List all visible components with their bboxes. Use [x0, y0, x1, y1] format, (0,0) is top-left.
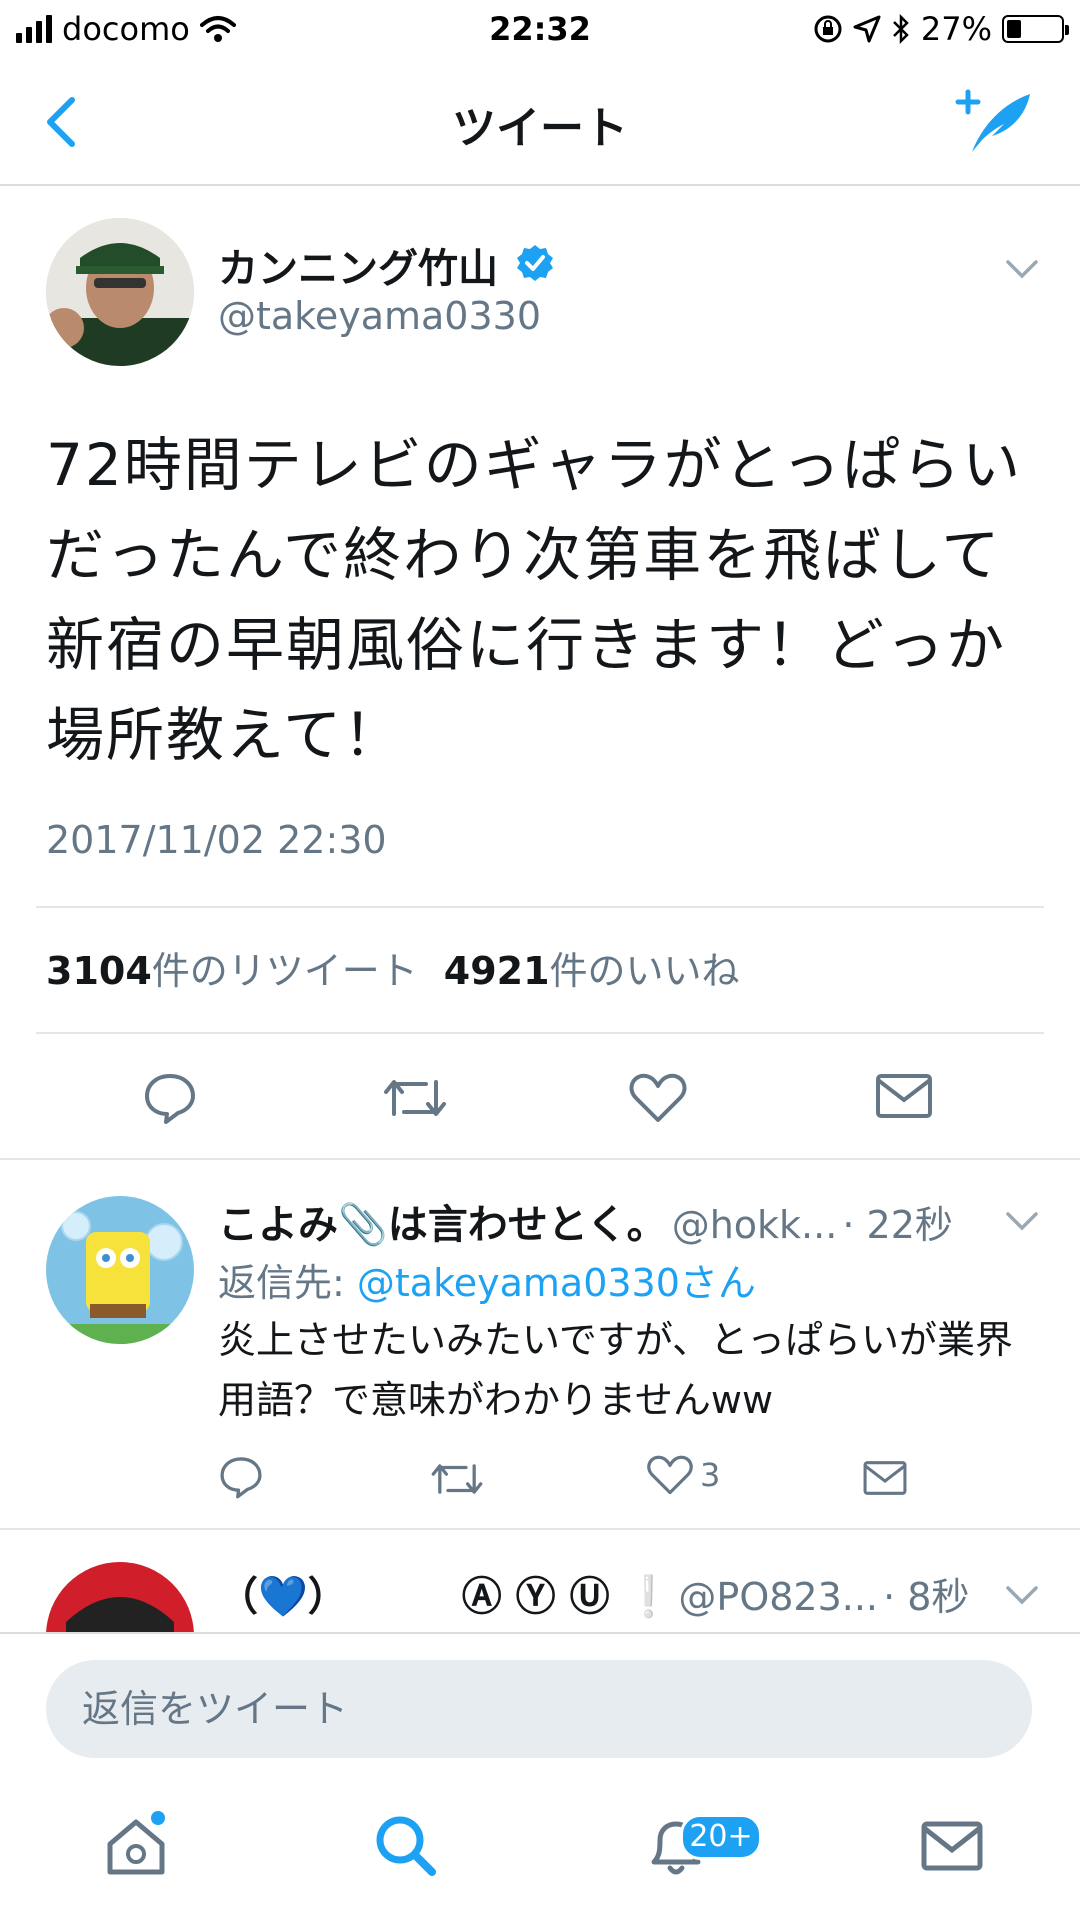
verified-badge-icon	[517, 245, 553, 281]
tweet-timestamp: 2017/11/02 22:30	[46, 818, 387, 862]
reply-header: こよみ📎は言わせとく。 @hokk... · 22秒	[218, 1192, 953, 1250]
search-icon	[376, 1816, 436, 1876]
reply-time: · 8秒	[883, 1575, 970, 1619]
reply-author-handle[interactable]: @hokk...	[672, 1203, 838, 1247]
reply-avatar[interactable]	[46, 1196, 194, 1344]
tab-home[interactable]	[100, 1810, 180, 1890]
compose-tweet-icon[interactable]	[952, 86, 1036, 156]
location-icon	[853, 15, 881, 43]
like-stat[interactable]: 4921件のいいね	[444, 940, 740, 995]
reply-author-handle[interactable]: @PO823...	[678, 1575, 878, 1619]
retweet-count: 3104	[46, 949, 152, 993]
battery-icon	[1002, 15, 1069, 43]
chevron-down-icon[interactable]	[1002, 254, 1042, 284]
reply-author-name[interactable]: こよみ📎は言わせとく。	[218, 1202, 667, 1248]
tweet-text: 72時間テレビのギャラがとっぱらいだったんで終わり次第車を飛ばして新宿の早朝風俗…	[46, 431, 1023, 769]
status-bar: docomo 22:32 27%	[0, 0, 1080, 58]
reply-to-link[interactable]: @takeyama0330さん	[357, 1261, 756, 1305]
reply-time: · 22秒	[842, 1203, 953, 1247]
divider	[36, 906, 1044, 908]
tab-search[interactable]	[370, 1810, 450, 1890]
nav-header: ツイート	[0, 60, 1080, 186]
notifications-badge: 20+	[680, 1814, 762, 1860]
like-icon	[647, 1455, 693, 1495]
page-title: ツイート	[452, 103, 628, 154]
orientation-lock-icon	[814, 15, 842, 43]
divider	[36, 1032, 1044, 1034]
share-icon[interactable]	[862, 1458, 908, 1498]
reply-icon[interactable]	[142, 1070, 198, 1126]
reply-to-line: 返信先: @takeyama0330さん	[218, 1252, 756, 1307]
retweet-label: 件のリツイート	[151, 949, 418, 993]
reply-author-name[interactable]: （💙） Ⓐ Ⓨ Ⓤ ❕	[218, 1574, 673, 1620]
reply-partial: （💙） Ⓐ Ⓨ Ⓤ ❕ @PO823... · 8秒	[0, 1530, 1080, 1632]
divider	[0, 1158, 1080, 1160]
status-right: 27%	[813, 10, 1069, 48]
tab-messages[interactable]	[916, 1810, 996, 1890]
reply-like-button[interactable]: 3	[646, 1452, 720, 1498]
bluetooth-icon	[892, 14, 909, 44]
tweet-stats: 3104件のリツイート 4921件のいいね	[46, 940, 740, 995]
divider	[0, 1632, 1080, 1634]
reply-header: （💙） Ⓐ Ⓨ Ⓤ ❕ @PO823... · 8秒	[218, 1564, 969, 1622]
like-icon[interactable]	[628, 1070, 688, 1126]
chevron-down-icon[interactable]	[1002, 1580, 1042, 1610]
share-icon[interactable]	[874, 1070, 934, 1122]
reply-text: 炎上させたいみたいですが、とっぱらいが業界用語？で意味がわかりませんww	[218, 1318, 1013, 1422]
battery-percent: 27%	[920, 10, 992, 48]
author-avatar[interactable]	[46, 218, 194, 366]
home-icon	[107, 1811, 165, 1875]
reply-like-count: 3	[700, 1456, 721, 1494]
author-name[interactable]: カンニング竹山	[218, 236, 498, 294]
reply-to-prefix: 返信先:	[218, 1261, 345, 1305]
like-label: 件のいいね	[549, 949, 740, 993]
retweet-icon[interactable]	[382, 1070, 448, 1126]
reply-avatar[interactable]	[46, 1562, 194, 1632]
author-handle[interactable]: @takeyama0330	[218, 294, 541, 338]
chevron-down-icon[interactable]	[1002, 1206, 1042, 1236]
retweet-icon[interactable]	[430, 1456, 484, 1502]
reply-icon[interactable]	[218, 1454, 264, 1500]
retweet-stat[interactable]: 3104件のリツイート	[46, 940, 418, 995]
mail-icon	[921, 1821, 983, 1871]
like-count: 4921	[443, 949, 550, 993]
reply-tweet-input[interactable]: 返信をツイート	[46, 1660, 1032, 1758]
